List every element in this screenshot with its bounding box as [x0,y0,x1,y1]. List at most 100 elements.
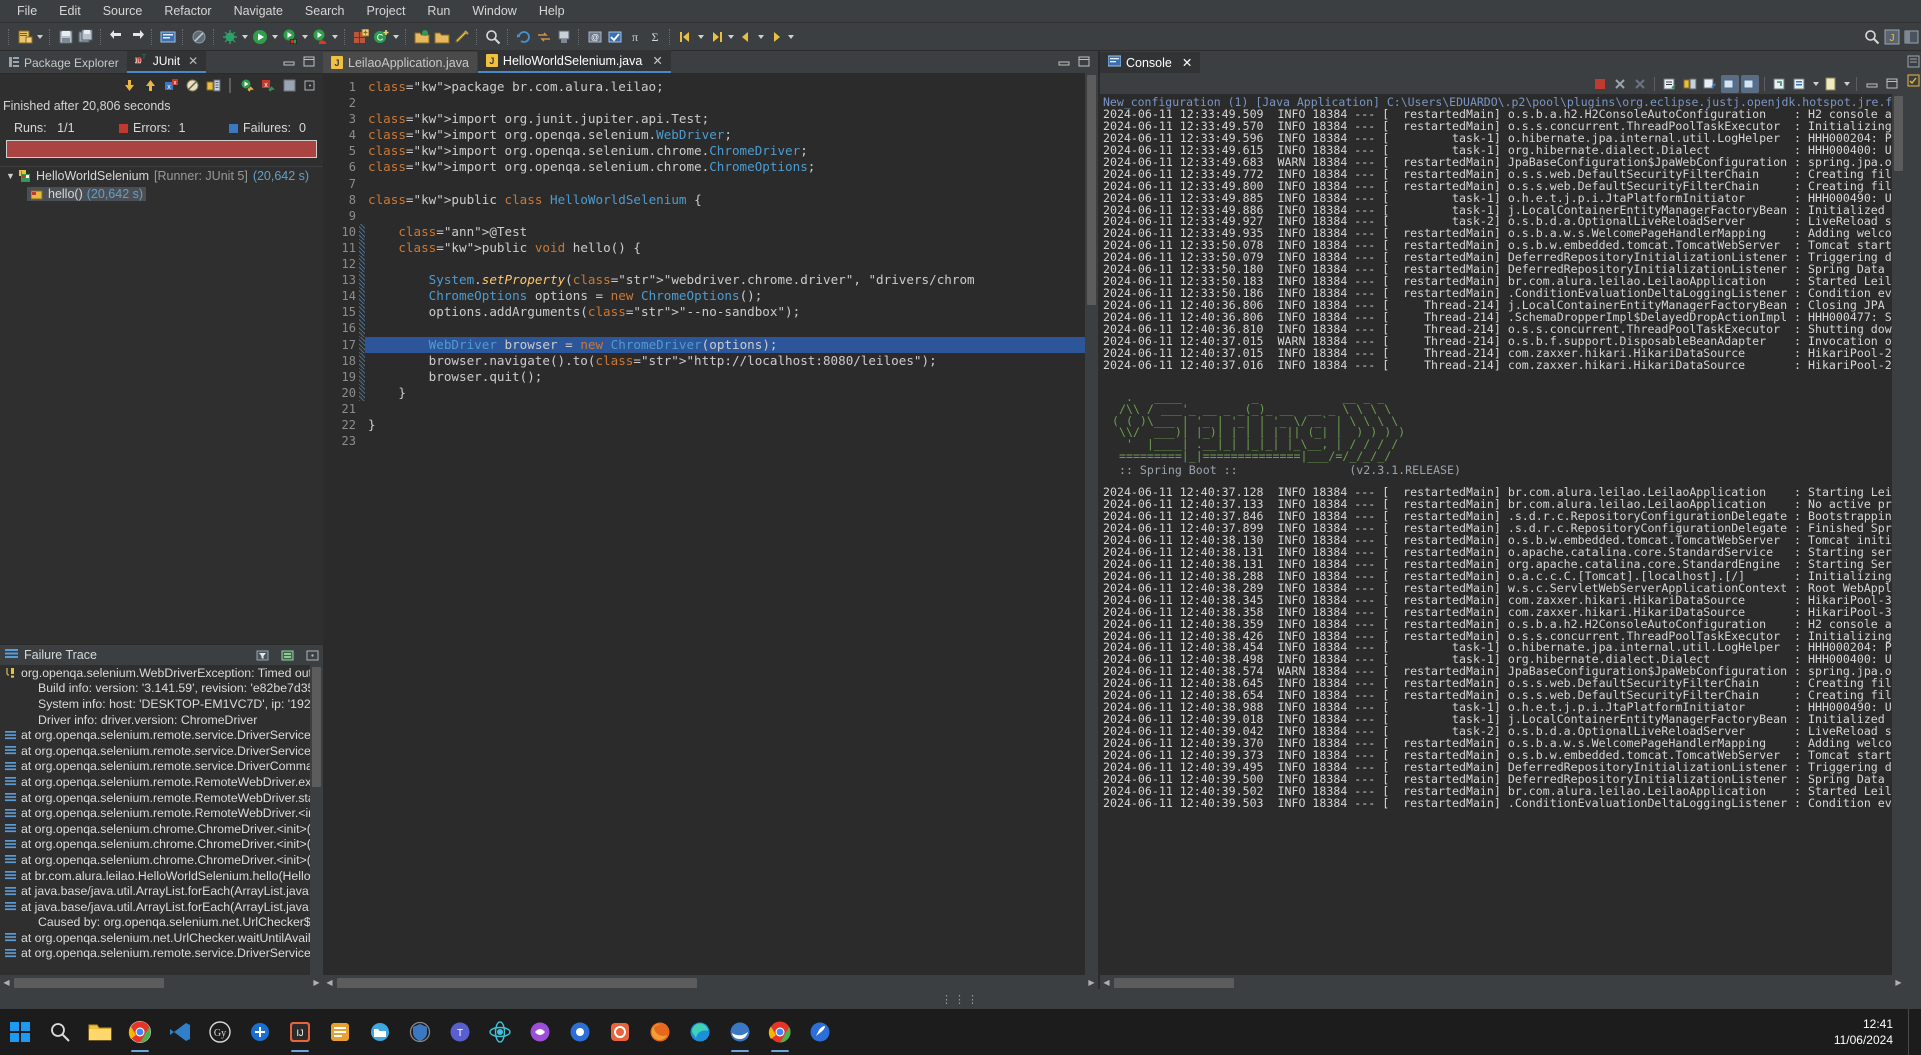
new-file-icon[interactable] [15,27,34,46]
pin-console-icon[interactable] [1701,75,1719,93]
tab-console[interactable]: Console ✕ [1100,52,1201,73]
console-view-icon[interactable] [158,27,177,46]
tab-junit[interactable]: JU T JUnit ✕ [126,51,207,73]
code-line[interactable]: WebDriver browser = new ChromeDriver(opt… [365,336,1098,353]
new-class-icon[interactable]: C [371,27,390,46]
failure-trace-line[interactable]: at org.openqa.selenium.remote.RemoteWebD… [0,774,323,790]
run-icon[interactable] [250,27,269,46]
annotation-icon[interactable]: @ [585,27,604,46]
minimize-icon[interactable] [283,56,296,70]
firefox-icon[interactable] [640,1010,680,1054]
forward-icon[interactable] [766,27,785,46]
filter-stacktrace-icon[interactable] [254,647,271,664]
show-desktop-button[interactable] [1908,1009,1917,1055]
next-failure-icon[interactable] [120,76,138,94]
console-hscroll[interactable]: ◀ ▶ [1100,975,1905,989]
close-icon[interactable]: ✕ [1182,55,1192,70]
clear-console-icon[interactable] [1661,75,1679,93]
editor-tab-helloworldselenium[interactable]: J HelloWorldSelenium.java ✕ [477,50,671,73]
menu-item-refactor[interactable]: Refactor [153,2,222,20]
failure-trace-line[interactable]: Driver info: driver.version: ChromeDrive… [0,712,323,728]
scroll-left-icon[interactable]: ◀ [1100,976,1113,989]
menu-item-source[interactable]: Source [92,2,154,20]
minimize-icon[interactable] [1863,75,1881,93]
code-line[interactable]: class="kw">import org.openqa.selenium.ch… [365,159,1098,175]
chrome2-icon[interactable] [760,1010,800,1054]
undo-icon[interactable] [107,27,126,46]
menu-item-search[interactable]: Search [294,2,356,20]
eclipse-icon[interactable] [720,1010,760,1054]
task-list-icon[interactable] [1907,74,1920,87]
open-folder-icon[interactable] [432,27,451,46]
failure-trace-line[interactable]: at br.com.alura.leilao.HelloWorldSeleniu… [0,868,323,884]
failure-trace-line[interactable]: at org.openqa.selenium.remote.RemoteWebD… [0,790,323,806]
failure-trace-scrollbar[interactable] [310,665,323,975]
forward-dropdown-icon[interactable] [786,27,795,46]
scroll-right-icon[interactable]: ▶ [310,976,323,989]
menu-item-window[interactable]: Window [461,2,527,20]
open-type-icon[interactable] [412,27,431,46]
code-line[interactable]: } [365,417,1098,433]
previous-failure-icon[interactable] [141,76,159,94]
minimize-icon[interactable] [1058,56,1071,70]
prev-annotation-dropdown-icon[interactable] [696,27,705,46]
compare-result-icon[interactable] [279,647,296,664]
code-line[interactable]: options.addArguments(class="str">"--no-s… [365,304,1098,320]
teams-icon[interactable]: T [440,1010,480,1054]
run-external-icon[interactable] [310,27,329,46]
disabled-tool-icon[interactable] [189,27,208,46]
file-explorer-icon[interactable] [80,1010,120,1054]
debug-icon[interactable] [220,27,239,46]
tree-row-helloworldselenium[interactable]: ▼ L HelloWorldSelenium [Runner: JUnit 5]… [0,167,323,185]
scroll-right-icon[interactable]: ▶ [1085,976,1098,989]
code-line[interactable] [365,320,1098,336]
failure-trace-line[interactable]: at org.openqa.selenium.remote.service.Dr… [0,727,323,743]
purple-icon[interactable] [520,1010,560,1054]
new-console-view-icon[interactable] [1822,75,1840,93]
chrome-icon[interactable] [120,1010,160,1054]
perspective-java-icon[interactable]: J [1882,27,1901,46]
tab-package-explorer[interactable]: Package Explorer [0,53,127,73]
run-external-dropdown-icon[interactable] [330,27,339,46]
code-line[interactable]: class="ann">@Test [365,224,1098,240]
code-line[interactable] [365,256,1098,272]
failure-trace-line[interactable]: at org.openqa.selenium.chrome.ChromeDriv… [0,852,323,868]
terminate-icon[interactable] [1591,75,1609,93]
notes-icon[interactable] [320,1010,360,1054]
taskbar-clock[interactable]: 12:41 11/06/2024 [1834,1009,1893,1055]
code-line[interactable]: class="kw">package br.com.alura.leilao; [365,79,1098,95]
sync-icon[interactable] [534,27,553,46]
code-line[interactable]: class="kw">import org.openqa.selenium.We… [365,127,1098,143]
menu-item-run[interactable]: Run [416,2,461,20]
start-icon[interactable] [0,1010,40,1054]
show-console-stdout-icon[interactable] [1721,74,1739,93]
pi-icon[interactable]: π [625,27,644,46]
status-drag-handle[interactable]: ⋮⋮⋮ [941,993,980,1006]
refresh-icon[interactable] [514,27,533,46]
code-line[interactable]: class="kw">public void hello() { [365,240,1098,256]
toggle-mark-icon[interactable] [605,27,624,46]
failure-trace-line[interactable]: Build info: version: '3.141.59', revisio… [0,681,323,697]
open-console-icon[interactable] [1771,75,1789,93]
run-coverage-dropdown-icon[interactable] [300,27,309,46]
vscode-icon[interactable] [160,1010,200,1054]
scroll-right-icon[interactable]: ▶ [1892,976,1905,989]
new-package-icon[interactable] [351,27,370,46]
intellij-icon[interactable]: IJ [280,1010,320,1054]
new-console-dropdown-icon[interactable] [1842,74,1851,93]
search-tool-icon[interactable] [483,27,502,46]
stop-icon[interactable] [280,76,298,94]
next-annotation-icon[interactable] [706,27,725,46]
failure-trace-line[interactable]: at org.openqa.selenium.remote.service.Dr… [0,759,323,775]
console-select-dropdown-icon[interactable] [1811,74,1820,93]
run-coverage-icon[interactable] [280,27,299,46]
console-vscrollbar[interactable] [1892,94,1905,975]
outline-view-icon[interactable] [1907,55,1920,68]
code-line[interactable]: browser.quit(); [365,369,1098,385]
failure-trace-hscroll[interactable]: ◀ ▶ [0,975,323,989]
code-line[interactable]: System.setProperty(class="str">"webdrive… [365,272,1098,288]
edge-icon[interactable] [680,1010,720,1054]
back-icon[interactable] [736,27,755,46]
view-menu-icon[interactable] [301,76,319,94]
tree-row-hello-method[interactable]: hello() (20,642 s) [0,185,323,203]
